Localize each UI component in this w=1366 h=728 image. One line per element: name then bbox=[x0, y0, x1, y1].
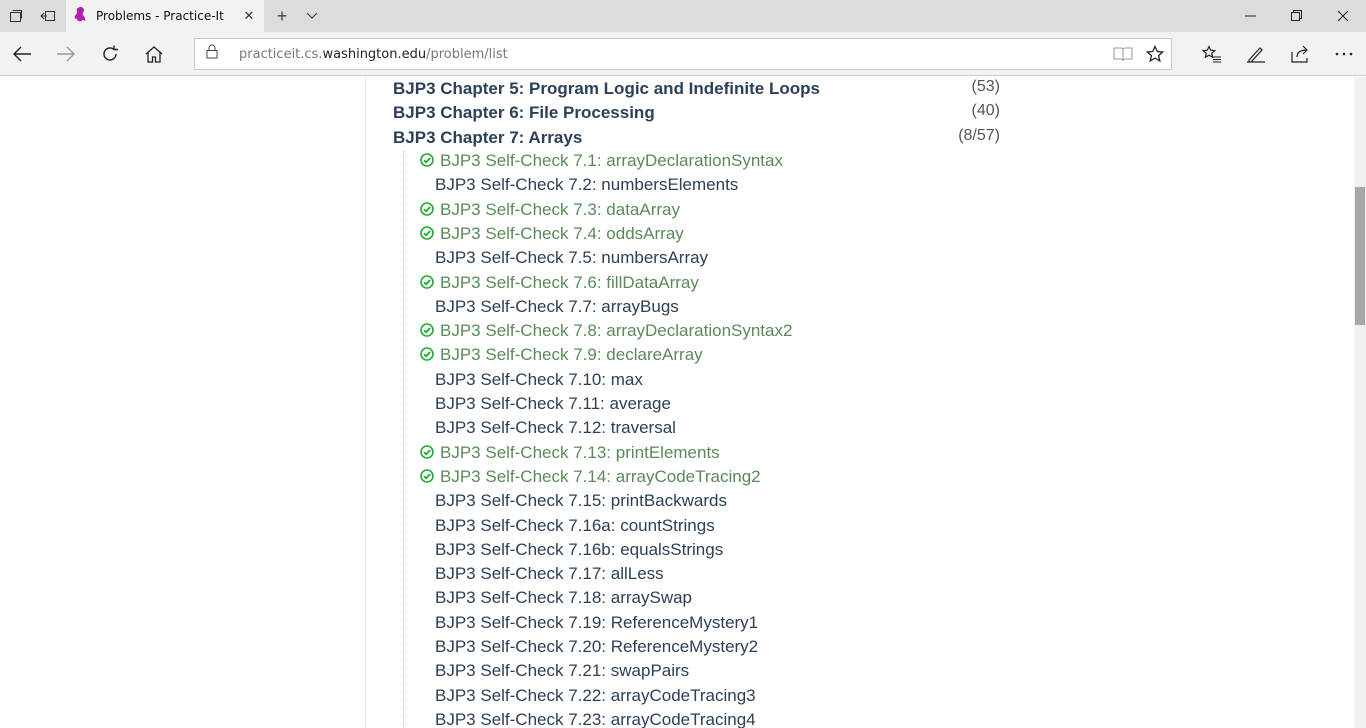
problem-link[interactable]: BJP3 Self-Check 7.16a: countStrings bbox=[435, 516, 715, 536]
solved-check-icon bbox=[420, 469, 434, 483]
problem-link[interactable]: BJP3 Self-Check 7.21: swapPairs bbox=[435, 661, 689, 681]
problem-link[interactable]: BJP3 Self-Check 7.11: average bbox=[435, 394, 671, 414]
favorite-star-icon[interactable] bbox=[1139, 39, 1171, 69]
refresh-icon[interactable] bbox=[92, 38, 128, 70]
problem-link[interactable]: BJP3 Self-Check 7.14: arrayCodeTracing2 bbox=[440, 467, 761, 487]
solved-check-icon bbox=[420, 444, 434, 459]
chapter-count: (8/57) bbox=[958, 127, 1000, 144]
solved-check-icon bbox=[420, 274, 434, 289]
tab-close-icon[interactable]: ✕ bbox=[234, 8, 264, 24]
scrollbar-thumb[interactable] bbox=[1355, 187, 1365, 325]
new-tab-icon[interactable]: + bbox=[270, 0, 294, 32]
problem-link[interactable]: BJP3 Self-Check 7.20: ReferenceMystery2 bbox=[435, 637, 758, 657]
vertical-scrollbar[interactable] bbox=[1354, 77, 1366, 728]
problem-link[interactable]: BJP3 Self-Check 7.8: arrayDeclarationSyn… bbox=[440, 321, 792, 341]
problem-link[interactable]: BJP3 Self-Check 7.12: traversal bbox=[435, 418, 676, 438]
tab-bar: Problems - Practice-It ✕ + bbox=[0, 0, 1366, 32]
chapter-count: (53) bbox=[971, 78, 1000, 95]
problem-link[interactable]: BJP3 Self-Check 7.15: printBackwards bbox=[435, 491, 727, 511]
solved-check-icon bbox=[420, 226, 434, 240]
back-icon[interactable] bbox=[4, 38, 40, 70]
home-icon[interactable] bbox=[136, 38, 172, 70]
solved-check-icon bbox=[420, 201, 434, 216]
address-bar[interactable]: practiceit.cs.washington.edu/problem/lis… bbox=[194, 38, 1172, 70]
chapter-link[interactable]: BJP3 Chapter 5: Program Logic and Indefi… bbox=[393, 79, 820, 99]
problem-link[interactable]: BJP3 Self-Check 7.13: printElements bbox=[440, 443, 720, 463]
problem-link[interactable]: BJP3 Self-Check 7.16b: equalsStrings bbox=[435, 540, 723, 560]
chapter-link[interactable]: BJP3 Chapter 7: Arrays bbox=[393, 128, 582, 148]
problem-link[interactable]: BJP3 Self-Check 7.18: arraySwap bbox=[435, 588, 692, 608]
problem-link[interactable]: BJP3 Self-Check 7.1: arrayDeclarationSyn… bbox=[440, 151, 783, 171]
pen-icon[interactable] bbox=[1238, 38, 1274, 70]
page-viewport: BJP3 Chapter 5: Program Logic and Indefi… bbox=[0, 77, 1366, 728]
problem-link[interactable]: BJP3 Self-Check 7.4: oddsArray bbox=[440, 224, 684, 244]
favicon-icon bbox=[74, 6, 88, 27]
tab-title: Problems - Practice-It bbox=[96, 9, 224, 23]
problem-link[interactable]: BJP3 Self-Check 7.2: numbersElements bbox=[435, 175, 738, 195]
problem-link[interactable]: BJP3 Self-Check 7.10: max bbox=[435, 370, 643, 390]
tab-problems[interactable]: Problems - Practice-It ✕ bbox=[66, 0, 264, 32]
solved-check-icon bbox=[420, 347, 434, 362]
forward-icon[interactable] bbox=[48, 38, 84, 70]
more-options-icon[interactable] bbox=[1326, 38, 1362, 70]
problem-list: BJP3 Chapter 5: Program Logic and Indefi… bbox=[365, 77, 1015, 728]
problem-link[interactable]: BJP3 Self-Check 7.9: declareArray bbox=[440, 345, 703, 365]
solved-check-icon bbox=[420, 323, 434, 337]
lock-icon[interactable] bbox=[197, 44, 227, 64]
problem-link[interactable]: BJP3 Self-Check 7.5: numbersArray bbox=[435, 248, 708, 268]
minimize-icon[interactable] bbox=[1228, 0, 1274, 32]
close-window-icon[interactable] bbox=[1320, 0, 1366, 32]
chapter-7-problems: BJP3 Self-Check 7.1: arrayDeclarationSyn… bbox=[403, 151, 1003, 728]
chevron-down-icon[interactable] bbox=[300, 0, 324, 32]
problem-link[interactable]: BJP3 Self-Check 7.17: allLess bbox=[435, 564, 664, 584]
reading-view-icon[interactable] bbox=[1107, 39, 1139, 69]
problem-link[interactable]: BJP3 Self-Check 7.6: fillDataArray bbox=[440, 273, 699, 293]
chapter-link[interactable]: BJP3 Chapter 6: File Processing bbox=[393, 103, 655, 123]
navigation-bar: practiceit.cs.washington.edu/problem/lis… bbox=[0, 32, 1366, 76]
favorites-hub-icon[interactable] bbox=[1194, 38, 1230, 70]
set-aside-tabs-icon[interactable] bbox=[32, 0, 64, 32]
problem-link[interactable]: BJP3 Self-Check 7.3: dataArray bbox=[440, 200, 680, 220]
share-icon[interactable] bbox=[1282, 38, 1318, 70]
problem-link[interactable]: BJP3 Self-Check 7.23: arrayCodeTracing4 bbox=[435, 710, 756, 728]
solved-check-icon bbox=[420, 153, 434, 167]
problem-link[interactable]: BJP3 Self-Check 7.22: arrayCodeTracing3 bbox=[435, 686, 756, 706]
problem-link[interactable]: BJP3 Self-Check 7.7: arrayBugs bbox=[435, 297, 679, 317]
chapter-count: (40) bbox=[971, 102, 1000, 119]
tab-preview-icon[interactable] bbox=[0, 0, 32, 32]
restore-icon[interactable] bbox=[1274, 0, 1320, 32]
problem-link[interactable]: BJP3 Self-Check 7.19: ReferenceMystery1 bbox=[435, 613, 758, 633]
url-text[interactable]: practiceit.cs.washington.edu/problem/lis… bbox=[239, 47, 1107, 62]
